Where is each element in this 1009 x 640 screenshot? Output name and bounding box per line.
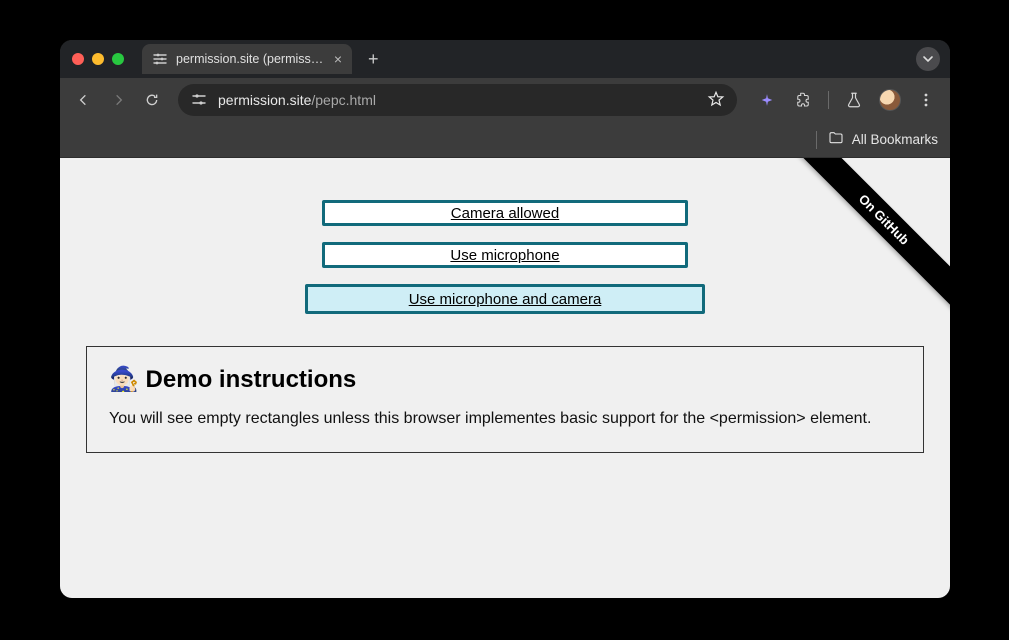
browser-tab[interactable]: permission.site (permission e × xyxy=(142,44,352,74)
toolbar-right xyxy=(753,86,940,114)
extensions-icon[interactable] xyxy=(789,86,817,114)
microphone-camera-permission-button[interactable]: Use microphone and camera xyxy=(305,284,705,314)
window-controls xyxy=(72,53,124,65)
tab-search-button[interactable] xyxy=(916,47,940,71)
instructions-panel: 🧙🏻‍♀️ Demo instructions You will see emp… xyxy=(86,346,924,453)
address-bar[interactable]: permission.site/pepc.html xyxy=(178,84,737,116)
slider-icon xyxy=(152,51,168,67)
new-tab-button[interactable]: + xyxy=(360,49,387,70)
menu-icon[interactable] xyxy=(912,86,940,114)
reload-button[interactable] xyxy=(138,86,166,114)
instructions-heading: 🧙🏻‍♀️ Demo instructions xyxy=(109,365,901,394)
labs-icon[interactable] xyxy=(840,86,868,114)
folder-icon xyxy=(828,130,844,149)
permission-buttons: Camera allowed Use microphone Use microp… xyxy=(60,158,950,314)
bookmarks-bar: All Bookmarks xyxy=(60,122,950,158)
back-button[interactable] xyxy=(70,86,98,114)
toolbar-divider xyxy=(828,91,829,109)
forward-button[interactable] xyxy=(104,86,132,114)
instructions-body: You will see empty rectangles unless thi… xyxy=(109,408,901,430)
site-settings-icon[interactable] xyxy=(190,91,208,109)
url-text: permission.site/pepc.html xyxy=(218,92,376,108)
toolbar: permission.site/pepc.html xyxy=(60,78,950,122)
url-host: permission.site xyxy=(218,92,311,108)
camera-permission-button[interactable]: Camera allowed xyxy=(322,200,688,226)
sparkle-icon[interactable] xyxy=(753,86,781,114)
bookmark-star-icon[interactable] xyxy=(707,90,725,111)
close-window-button[interactable] xyxy=(72,53,84,65)
tab-strip: permission.site (permission e × + xyxy=(60,40,950,78)
profile-avatar[interactable] xyxy=(876,86,904,114)
close-tab-icon[interactable]: × xyxy=(334,51,342,67)
browser-window: permission.site (permission e × + permis… xyxy=(60,40,950,598)
url-path: /pepc.html xyxy=(311,92,376,108)
page-content: On GitHub Camera allowed Use microphone … xyxy=(60,158,950,598)
microphone-permission-button[interactable]: Use microphone xyxy=(322,242,688,268)
bookmarks-divider xyxy=(816,131,817,149)
all-bookmarks-button[interactable]: All Bookmarks xyxy=(852,132,938,147)
tab-title: permission.site (permission e xyxy=(176,52,326,66)
minimize-window-button[interactable] xyxy=(92,53,104,65)
maximize-window-button[interactable] xyxy=(112,53,124,65)
